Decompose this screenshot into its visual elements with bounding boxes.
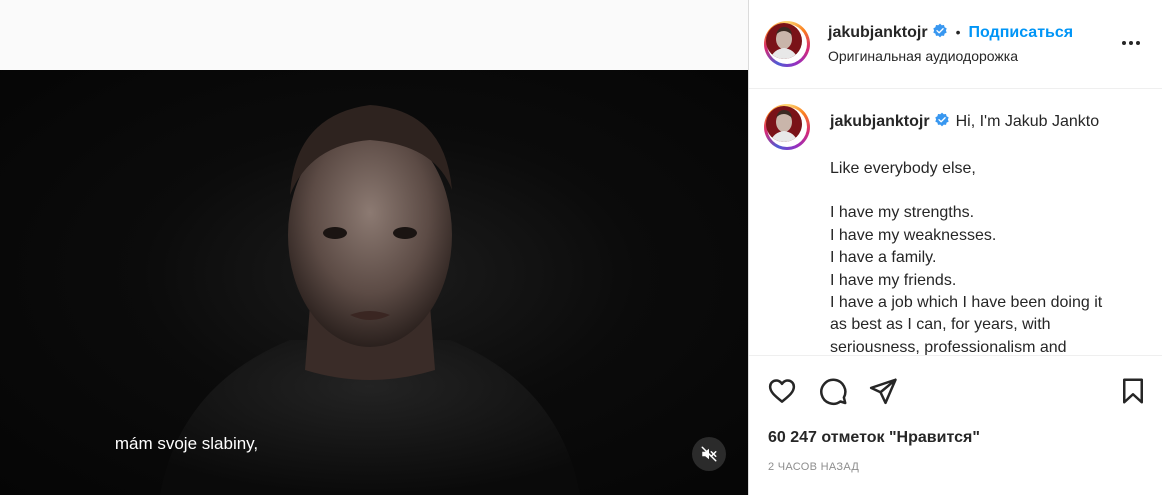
caption-line xyxy=(830,180,1150,202)
avatar-photo xyxy=(766,106,802,142)
verified-badge-icon xyxy=(934,112,949,127)
video-subtitle: mám svoje slabiny, xyxy=(0,434,748,454)
follow-button[interactable]: Подписаться xyxy=(968,24,1073,41)
header-avatar[interactable] xyxy=(764,21,810,67)
caption-text: Like everybody else, I have my strengths… xyxy=(830,158,1150,356)
caption-username[interactable]: jakubjanktojr xyxy=(830,113,930,130)
verified-badge-icon xyxy=(932,23,947,38)
caption-line: seriousness, professionalism and xyxy=(830,338,1067,356)
caption-line: I have a family. xyxy=(830,249,937,267)
avatar-photo xyxy=(766,23,802,59)
caption-line: I have my friends. xyxy=(830,271,957,289)
caption-line: as best as I can, for years, with xyxy=(830,316,1051,334)
video-player[interactable]: mám svoje slabiny, xyxy=(0,70,748,495)
post-timestamp[interactable]: 2 ЧАСОВ НАЗАД xyxy=(768,461,859,473)
caption-line: I have my strengths. xyxy=(830,204,975,222)
more-options-icon[interactable] xyxy=(1119,31,1143,55)
page-background-strip xyxy=(0,0,748,70)
post-header: jakubjanktojr • Подписаться Оригинальная а… xyxy=(749,0,1162,89)
likes-count[interactable]: 60 247 отметок "Нравится" xyxy=(768,429,980,447)
post-actions xyxy=(749,370,1162,414)
caption-avatar[interactable] xyxy=(764,104,810,150)
header-username[interactable]: jakubjanktojr xyxy=(828,24,928,41)
share-icon[interactable] xyxy=(868,376,898,406)
header-separator: • xyxy=(955,24,961,40)
mute-toggle-button[interactable] xyxy=(692,437,726,471)
post-details-panel: jakubjanktojr • Подписаться Оригинальная а… xyxy=(749,0,1162,495)
save-bookmark-icon[interactable] xyxy=(1118,376,1148,406)
post-caption: jakubjanktojr Hi, I'm Jakub Jankto Like e… xyxy=(749,89,1162,356)
muted-speaker-icon xyxy=(701,446,717,462)
comment-icon[interactable] xyxy=(818,376,848,406)
caption-line: Like everybody else, xyxy=(830,160,976,177)
audio-track-link[interactable]: Оригинальная аудиодорожка xyxy=(828,48,1018,64)
like-heart-icon[interactable] xyxy=(767,376,797,406)
caption-first-line: Hi, I'm Jakub Jankto xyxy=(955,113,1100,130)
caption-line: I have a job which I have been doing it xyxy=(830,294,1103,312)
caption-line: I have my weaknesses. xyxy=(830,226,997,244)
subtitle-text: mám svoje slabiny, xyxy=(114,434,259,453)
